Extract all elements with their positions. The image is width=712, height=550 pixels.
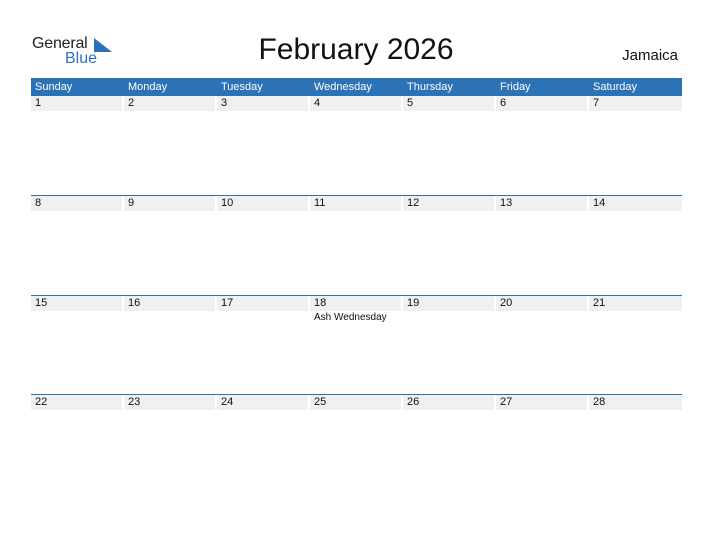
- day-number: 25: [310, 395, 401, 410]
- day-number: 19: [403, 296, 494, 311]
- day-number: 21: [589, 296, 682, 311]
- weekday-header: Sunday: [35, 81, 73, 93]
- day-number: 9: [124, 196, 215, 211]
- day-number: 13: [496, 196, 587, 211]
- day-number: 14: [589, 196, 682, 211]
- calendar-grid: Sunday Monday Tuesday Wednesday Thursday…: [31, 78, 682, 494]
- day-cell[interactable]: 8: [31, 196, 124, 211]
- day-cell[interactable]: 26: [403, 395, 496, 410]
- day-cell[interactable]: 14: [589, 196, 682, 211]
- day-number: 24: [217, 395, 308, 410]
- day-cell[interactable]: 16: [124, 296, 217, 324]
- day-cell[interactable]: 7: [589, 96, 682, 111]
- weekday-header: Thursday: [407, 81, 453, 93]
- day-cell[interactable]: 25: [310, 395, 403, 410]
- day-number: 27: [496, 395, 587, 410]
- weekday-header: Wednesday: [314, 81, 372, 93]
- day-cell[interactable]: 21: [589, 296, 682, 324]
- day-cell[interactable]: 24: [217, 395, 310, 410]
- day-cell[interactable]: 1: [31, 96, 124, 111]
- day-number: 1: [31, 96, 122, 111]
- day-number: 16: [124, 296, 215, 311]
- page-title: February 2026: [258, 33, 454, 66]
- weekday-header-row: Sunday Monday Tuesday Wednesday Thursday…: [31, 78, 682, 96]
- day-number: 5: [403, 96, 494, 111]
- week-row: 8 9 10 11 12 13 14: [31, 195, 682, 295]
- day-number: 15: [31, 296, 122, 311]
- day-cell[interactable]: 15: [31, 296, 124, 324]
- day-number: 26: [403, 395, 494, 410]
- day-cell[interactable]: 23: [124, 395, 217, 410]
- weeks-container: 1 2 3 4 5 6 7 8 9 10 11 12 13 14 15 16 17 18 Ash Wednesday…: [31, 96, 682, 494]
- day-row: 15 16 17 18 Ash Wednesday 19 20 21: [31, 296, 682, 324]
- day-cell[interactable]: 28: [589, 395, 682, 410]
- day-number: 7: [589, 96, 682, 111]
- week-row: 15 16 17 18 Ash Wednesday 19 20 21: [31, 295, 682, 394]
- day-number: 3: [217, 96, 308, 111]
- day-cell[interactable]: 4: [310, 96, 403, 111]
- weekday-header: Monday: [128, 81, 168, 93]
- day-row: 22 23 24 25 26 27 28: [31, 395, 682, 410]
- day-cell[interactable]: 12: [403, 196, 496, 211]
- day-cell[interactable]: 18 Ash Wednesday: [310, 296, 403, 324]
- day-cell[interactable]: 6: [496, 96, 589, 111]
- day-number: 28: [589, 395, 682, 410]
- week-row: 22 23 24 25 26 27 28: [31, 394, 682, 494]
- day-cell[interactable]: 19: [403, 296, 496, 324]
- day-cell[interactable]: 20: [496, 296, 589, 324]
- day-number: 2: [124, 96, 215, 111]
- day-number: 12: [403, 196, 494, 211]
- day-number: 6: [496, 96, 587, 111]
- holiday-label: Ash Wednesday: [314, 312, 387, 323]
- weekday-header: Tuesday: [221, 81, 263, 93]
- day-cell[interactable]: 10: [217, 196, 310, 211]
- day-number: 20: [496, 296, 587, 311]
- weekday-header: Friday: [500, 81, 531, 93]
- day-number: 10: [217, 196, 308, 211]
- day-cell[interactable]: 5: [403, 96, 496, 111]
- day-number: 8: [31, 196, 122, 211]
- weekday-header: Saturday: [593, 81, 638, 93]
- day-number: 22: [31, 395, 122, 410]
- day-cell[interactable]: 17: [217, 296, 310, 324]
- day-cell[interactable]: 27: [496, 395, 589, 410]
- day-cell[interactable]: 22: [31, 395, 124, 410]
- country-label: Jamaica: [622, 47, 678, 64]
- day-cell[interactable]: 11: [310, 196, 403, 211]
- day-number: 4: [310, 96, 401, 111]
- day-row: 1234567: [31, 96, 682, 111]
- day-cell[interactable]: 3: [217, 96, 310, 111]
- day-cell[interactable]: 2: [124, 96, 217, 111]
- day-number: 17: [217, 296, 308, 311]
- day-row: 8 9 10 11 12 13 14: [31, 196, 682, 211]
- day-cell[interactable]: 13: [496, 196, 589, 211]
- day-number: 18: [310, 296, 401, 311]
- day-number: 11: [310, 196, 401, 211]
- week-row: 1234567: [31, 96, 682, 195]
- day-number: 23: [124, 395, 215, 410]
- day-cell[interactable]: 9: [124, 196, 217, 211]
